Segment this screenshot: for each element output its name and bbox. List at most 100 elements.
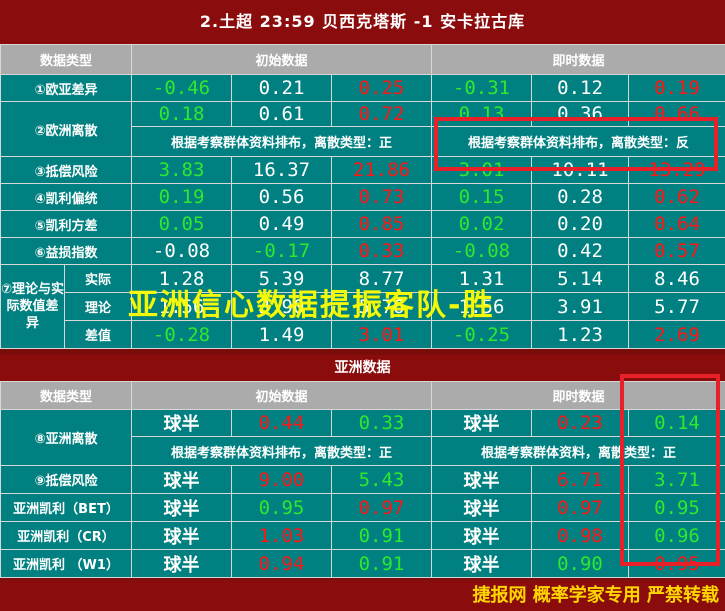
handicap-cell: 球半 (131, 521, 232, 550)
value-cell: 0.91 (331, 549, 432, 578)
value-cell: 0.97 (531, 493, 629, 522)
row-label: ②欧洲离散 (0, 101, 133, 157)
row-compensation-risk: ③抵偿风险 3.83 16.37 21.86 3.01 10.11 13.29 (0, 156, 725, 184)
value-cell: 10.11 (531, 156, 630, 184)
header-live: 即时数据 (431, 381, 725, 410)
dispersion-note-live: 根据考察群体资料，离散类型：正 (431, 436, 725, 466)
row-label: ⑧亚洲离散 (0, 409, 132, 466)
value-cell: 0.85 (331, 210, 433, 238)
row-label: ⑤凯利方差 (0, 210, 133, 238)
value-cell: 5.43 (331, 465, 432, 494)
value-cell: 0.05 (131, 210, 233, 238)
row-label: 亚洲凯利 （W1） (0, 549, 132, 578)
row-asia-compensation-risk: ⑨抵偿风险 球半 9.00 5.43 球半 6.71 3.71 (0, 465, 725, 494)
value-cell: 3.83 (131, 156, 233, 184)
handicap-cell: 球半 (131, 409, 232, 437)
row-asia-kelly-w1: 亚洲凯利 （W1） 球半 0.94 0.91 球半 0.90 0.95 (0, 549, 725, 578)
sub-label: 实际 (63, 264, 133, 293)
value-cell: 0.36 (531, 101, 630, 127)
match-title: 2.土超 23:59 贝西克塔斯 -1 安卡拉古库 (0, 0, 725, 44)
row-label-theory-diff: ⑦理论与实际数值差异 (0, 264, 65, 349)
value-cell: 0.61 (231, 101, 333, 127)
value-cell: 0.73 (331, 183, 433, 211)
value-cell: 0.66 (628, 101, 725, 127)
value-cell: 0.95 (231, 493, 332, 522)
value-cell: 0.94 (231, 549, 332, 578)
row-label: ⑨抵偿风险 (0, 465, 132, 494)
value-cell: -0.08 (131, 237, 233, 265)
value-cell: 0.95 (628, 549, 725, 578)
value-cell: 0.12 (531, 74, 630, 102)
handicap-cell: 球半 (131, 549, 232, 578)
value-cell: 13.29 (628, 156, 725, 184)
asia-data-table: 数据类型 初始数据 即时数据 ⑧亚洲离散 球半 0.44 0.33 球半 0.2… (0, 381, 725, 578)
handicap-cell: 球半 (431, 493, 532, 522)
value-cell: 0.96 (628, 521, 725, 550)
value-cell: 0.15 (431, 183, 533, 211)
row-label: ③抵偿风险 (0, 156, 133, 184)
value-cell: 3.01 (431, 156, 533, 184)
value-cell: 8.46 (628, 264, 725, 293)
header-initial: 初始数据 (131, 44, 433, 75)
value-cell: 0.72 (331, 101, 433, 127)
europe-header-row: 数据类型 初始数据 即时数据 (0, 44, 725, 75)
value-cell: 0.33 (331, 409, 432, 437)
value-cell: 0.62 (628, 183, 725, 211)
value-cell: 0.18 (131, 101, 233, 127)
watermark-verdict: 亚洲信心数据提振客队-胜 (128, 288, 495, 323)
value-cell: 1.23 (531, 320, 630, 349)
asia-header-row: 数据类型 初始数据 即时数据 (0, 381, 725, 410)
value-cell: 0.44 (231, 409, 332, 437)
value-cell: 3.71 (628, 465, 725, 494)
value-cell: 2.69 (628, 320, 725, 349)
row-kelly-bias: ④凯利偏统 0.19 0.56 0.73 0.15 0.28 0.62 (0, 183, 725, 211)
value-cell: -0.17 (231, 237, 333, 265)
value-cell: 0.21 (231, 74, 333, 102)
value-cell: 0.49 (231, 210, 333, 238)
row-asia-kelly-cr: 亚洲凯利（CR） 球半 1.03 0.91 球半 0.98 0.96 (0, 521, 725, 550)
row-label: ①欧亚差异 (0, 74, 133, 102)
value-cell: 0.28 (531, 183, 630, 211)
value-cell: 0.02 (431, 210, 533, 238)
value-cell: 0.91 (331, 521, 432, 550)
header-live: 即时数据 (431, 44, 725, 75)
value-cell: 0.90 (531, 549, 629, 578)
value-cell: 1.03 (231, 521, 332, 550)
header-initial: 初始数据 (131, 381, 432, 410)
row-label: ④凯利偏统 (0, 183, 133, 211)
sub-label: 差值 (63, 320, 133, 349)
handicap-cell: 球半 (131, 493, 232, 522)
value-cell: 0.57 (628, 237, 725, 265)
handicap-cell: 球半 (431, 549, 532, 578)
dispersion-note-initial: 根据考察群体资料排布，离散类型：正 (131, 126, 433, 157)
value-cell: 0.42 (531, 237, 630, 265)
value-cell: 0.25 (331, 74, 433, 102)
value-cell: 3.91 (531, 292, 630, 321)
row-asia-dispersion: ⑧亚洲离散 球半 0.44 0.33 球半 0.23 0.14 (0, 409, 725, 466)
value-cell: 0.56 (231, 183, 333, 211)
dispersion-note-initial: 根据考察群体资料排布，离散类型：正 (131, 436, 432, 466)
value-cell: 0.19 (131, 183, 233, 211)
value-cell: 0.23 (531, 409, 629, 437)
handicap-cell: 球半 (131, 465, 232, 494)
handicap-cell: 球半 (431, 465, 532, 494)
row-label: 亚洲凯利（CR） (0, 521, 132, 550)
handicap-cell: 球半 (431, 409, 532, 437)
asia-section-title: 亚洲数据 (0, 355, 725, 381)
value-cell: -0.25 (431, 320, 533, 349)
value-cell: 0.33 (331, 237, 433, 265)
header-data-type: 数据类型 (0, 44, 133, 75)
value-cell: 5.14 (531, 264, 630, 293)
footer-copyright: 捷报网 概率学家专用 严禁转载 (0, 580, 725, 611)
row-label: ⑥益损指数 (0, 237, 133, 265)
value-cell: 0.14 (628, 409, 725, 437)
row-theory-diff: 差值 -0.28 1.49 3.01 -0.25 1.23 2.69 (1, 320, 725, 349)
value-cell: 0.19 (628, 74, 725, 102)
value-cell: 9.00 (231, 465, 332, 494)
row-euro-asia-diff: ①欧亚差异 -0.46 0.21 0.25 -0.31 0.12 0.19 (0, 74, 725, 102)
value-cell: 0.64 (628, 210, 725, 238)
row-profit-loss-index: ⑥益损指数 -0.08 -0.17 0.33 -0.08 0.42 0.57 (0, 237, 725, 265)
row-europe-dispersion: ②欧洲离散 0.18 0.61 0.72 0.13 0.36 0.66 (0, 101, 725, 157)
row-asia-kelly-bet: 亚洲凯利（BET） 球半 0.95 0.97 球半 0.97 0.95 (0, 493, 725, 522)
value-cell: -0.46 (131, 74, 233, 102)
